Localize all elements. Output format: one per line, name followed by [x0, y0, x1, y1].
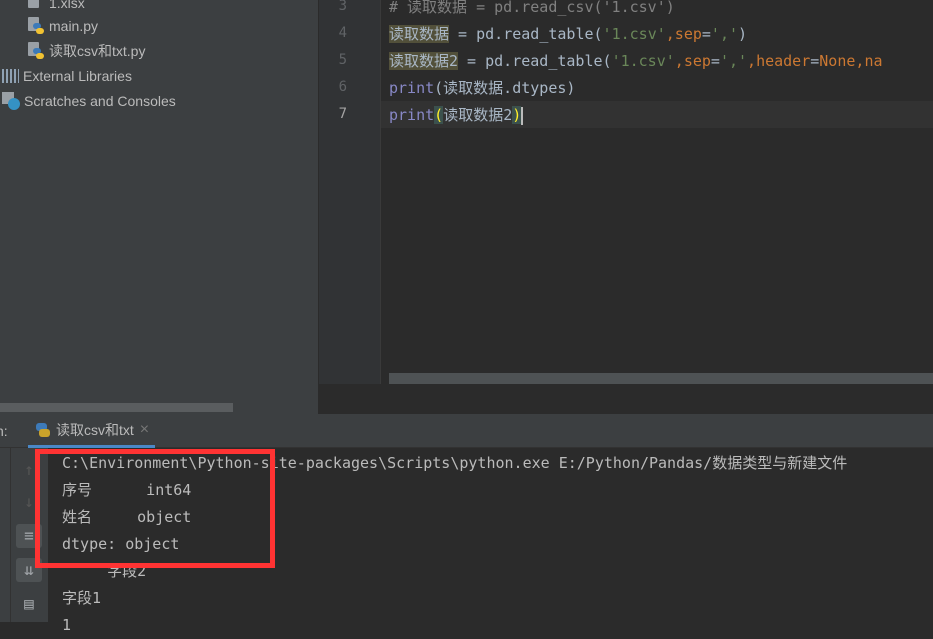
- line-number: 7: [338, 106, 347, 122]
- code-line-7: print(读取数据2): [389, 106, 524, 125]
- project-panel: 1.xlsx main.py 读取csv和txt.py External Lib…: [0, 0, 318, 414]
- line-number: 5: [338, 52, 347, 68]
- code-line-5: 读取数据2 = pd.read_table('1.csv',sep=',',he…: [389, 52, 883, 70]
- scratches-icon: [2, 92, 20, 110]
- left-strip: [0, 448, 10, 622]
- python-icon: [34, 421, 50, 439]
- unknown-file-icon: [28, 0, 44, 12]
- tree-item-label: External Libraries: [23, 68, 132, 84]
- python-file-icon: [28, 17, 44, 35]
- tree-item-read-csv-txt[interactable]: 读取csv和txt.py: [28, 40, 145, 62]
- print-icon[interactable]: ▤: [16, 592, 42, 616]
- python-file-icon: [28, 42, 44, 60]
- tree-item-label: Scratches and Consoles: [24, 93, 176, 109]
- code-line-3: # 读取数据 = pd.read_csv('1.csv'): [389, 0, 675, 16]
- tree-item-external-libraries[interactable]: External Libraries: [2, 65, 132, 87]
- tree-item-label: 1.xlsx: [49, 0, 85, 11]
- close-tab-icon[interactable]: ×: [140, 421, 149, 439]
- console-line: 1: [62, 616, 72, 634]
- tree-item-1-xlsx[interactable]: 1.xlsx: [28, 0, 85, 14]
- line-number: 6: [338, 79, 347, 95]
- tree-item-scratches[interactable]: Scratches and Consoles: [2, 90, 176, 112]
- tab-run-config[interactable]: 读取csv和txt ×: [28, 414, 156, 448]
- editor-bottom-area: [318, 384, 933, 414]
- code-editor[interactable]: # 读取数据 = pd.read_csv('1.csv') 读取数据 = pd.…: [380, 0, 933, 384]
- tree-item-label: main.py: [49, 18, 99, 34]
- sidebar-scrollbar[interactable]: [0, 403, 233, 412]
- library-icon: [2, 69, 19, 83]
- run-label: n:: [0, 423, 8, 439]
- run-tool-window-header: n: 读取csv和txt ×: [0, 414, 933, 448]
- editor-horizontal-scrollbar[interactable]: [389, 373, 933, 384]
- tab-label: 读取csv和txt: [56, 421, 134, 438]
- line-number: 4: [338, 25, 347, 41]
- console-line: 字段1: [62, 589, 102, 607]
- tree-item-label: 读取csv和txt.py: [49, 43, 146, 59]
- code-line-4: 读取数据 = pd.read_table('1.csv',sep=','): [389, 25, 748, 43]
- line-number: 3: [338, 0, 347, 14]
- highlight-box: [35, 449, 275, 568]
- line-gutter: 3 4 5 6 7: [319, 0, 380, 384]
- tree-item-main-py[interactable]: main.py: [28, 15, 98, 37]
- code-line-6: print(读取数据.dtypes): [389, 79, 576, 97]
- text-cursor: [521, 106, 524, 125]
